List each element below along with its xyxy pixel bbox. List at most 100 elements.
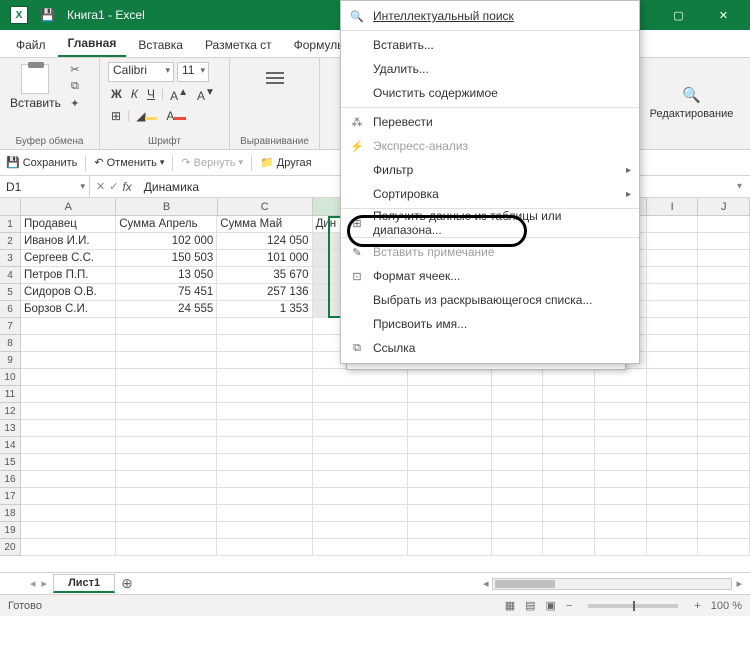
cell-I3[interactable] [647,250,699,267]
font-size-combo[interactable]: 11 [177,62,209,82]
cm-define-name[interactable]: Присвоить имя... [341,312,639,336]
cell-A7[interactable] [21,318,116,335]
cell-J4[interactable] [698,267,750,284]
row-head[interactable]: 18 [0,505,21,522]
cancel-formula-icon[interactable]: ✕ [96,180,105,193]
cell-D19[interactable] [313,522,408,539]
col-head-c[interactable]: C [218,198,313,215]
cell-J2[interactable] [698,233,750,250]
cell-A14[interactable] [21,437,116,454]
row-head[interactable]: 3 [0,250,21,267]
cell-F16[interactable] [492,471,544,488]
cell-H20[interactable] [595,539,647,556]
cell-B15[interactable] [116,454,217,471]
cell-J12[interactable] [698,403,750,420]
cell-J3[interactable] [698,250,750,267]
cell-E14[interactable] [408,437,492,454]
cell-F15[interactable] [492,454,544,471]
align-icon[interactable] [259,62,291,94]
cut-icon[interactable]: ✂ [67,62,83,76]
cm-insert[interactable]: Вставить... [341,33,639,57]
cell-A9[interactable] [21,352,116,369]
cell-B8[interactable] [116,335,217,352]
row-head[interactable]: 20 [0,539,21,556]
cell-A1[interactable]: Продавец [21,216,116,233]
cell-F11[interactable] [492,386,544,403]
cell-B6[interactable]: 24 555 [116,301,217,318]
font-color-button[interactable]: A [163,108,189,124]
tab-insert[interactable]: Вставка [128,33,193,57]
cm-smart-search[interactable]: 🔍Интеллектуальный поиск [341,4,639,28]
cell-B12[interactable] [116,403,217,420]
cell-E13[interactable] [408,420,492,437]
qa-undo[interactable]: ↶Отменить▾ [94,156,164,169]
cell-G17[interactable] [543,488,595,505]
cm-clear[interactable]: Очистить содержимое [341,81,639,105]
zoom-in-icon[interactable]: + [694,600,700,612]
cell-B9[interactable] [116,352,217,369]
save-icon[interactable]: 💾 [40,8,55,22]
cell-C6[interactable]: 1 353 [217,301,312,318]
close-button[interactable]: ✕ [701,0,746,30]
cell-H15[interactable] [595,454,647,471]
cell-I4[interactable] [647,267,699,284]
cell-I9[interactable] [647,352,699,369]
cell-A11[interactable] [21,386,116,403]
cell-F17[interactable] [492,488,544,505]
cell-I11[interactable] [647,386,699,403]
cell-F10[interactable] [492,369,544,386]
cell-J10[interactable] [698,369,750,386]
cm-link[interactable]: ⧉Ссылка [341,336,639,360]
cell-B10[interactable] [116,369,217,386]
cell-J19[interactable] [698,522,750,539]
scroll-right-icon[interactable]: ▸ [736,577,742,590]
cell-C16[interactable] [217,471,312,488]
cell-C19[interactable] [217,522,312,539]
cell-E18[interactable] [408,505,492,522]
cell-C4[interactable]: 35 670 [217,267,312,284]
cell-J8[interactable] [698,335,750,352]
borders-button[interactable]: ⊞ [108,108,124,124]
cell-I10[interactable] [647,369,699,386]
cell-G14[interactable] [543,437,595,454]
cell-A16[interactable] [21,471,116,488]
fx-icon[interactable]: fx [122,180,131,194]
cell-I16[interactable] [647,471,699,488]
cell-J9[interactable] [698,352,750,369]
col-head-a[interactable]: A [21,198,116,215]
cell-J16[interactable] [698,471,750,488]
cell-J13[interactable] [698,420,750,437]
cell-D12[interactable] [313,403,408,420]
cell-D16[interactable] [313,471,408,488]
cell-G16[interactable] [543,471,595,488]
cell-A6[interactable]: Борзов С.И. [21,301,116,318]
cell-C5[interactable]: 257 136 [217,284,312,301]
cell-J14[interactable] [698,437,750,454]
cell-E16[interactable] [408,471,492,488]
cell-C17[interactable] [217,488,312,505]
cell-H17[interactable] [595,488,647,505]
cell-H12[interactable] [595,403,647,420]
cell-J11[interactable] [698,386,750,403]
cell-B14[interactable] [116,437,217,454]
cell-A17[interactable] [21,488,116,505]
row-head[interactable]: 8 [0,335,21,352]
tab-layout[interactable]: Разметка ст [195,33,282,57]
cm-delete[interactable]: Удалить... [341,57,639,81]
cell-C10[interactable] [217,369,312,386]
cell-A3[interactable]: Сергеев С.С. [21,250,116,267]
cell-C2[interactable]: 124 050 [217,233,312,250]
tab-home[interactable]: Главная [58,31,127,57]
cell-B11[interactable] [116,386,217,403]
cell-E11[interactable] [408,386,492,403]
cm-get-data[interactable]: ⊞Получить данные из таблицы или диапазон… [341,211,639,235]
cell-F18[interactable] [492,505,544,522]
cell-F12[interactable] [492,403,544,420]
zoom-value[interactable]: 100 % [711,600,742,612]
cell-C13[interactable] [217,420,312,437]
cell-B18[interactable] [116,505,217,522]
copy-icon[interactable]: ⧉ [67,79,83,93]
row-head[interactable]: 6 [0,301,21,318]
cell-A8[interactable] [21,335,116,352]
italic-button[interactable]: К [128,86,141,104]
